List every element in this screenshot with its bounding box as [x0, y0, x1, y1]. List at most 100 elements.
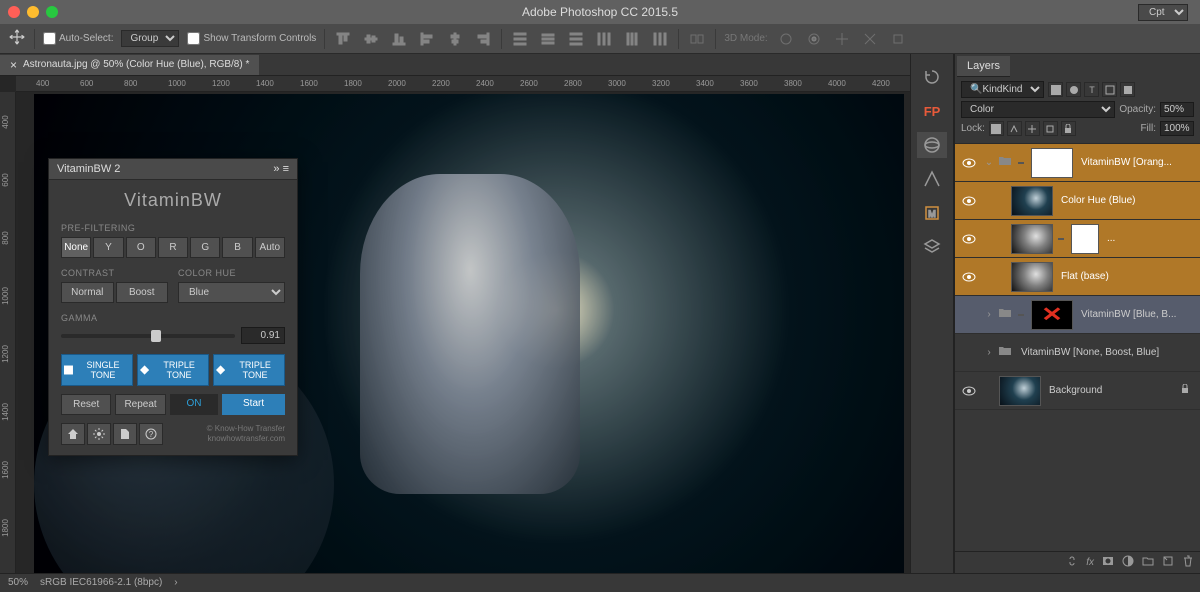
- history-icon[interactable]: [917, 64, 947, 90]
- layer-name[interactable]: VitaminBW [Orang...: [1077, 157, 1196, 168]
- gamma-slider[interactable]: [61, 334, 235, 338]
- align-vcenter-icon[interactable]: [361, 29, 381, 49]
- show-transform-check[interactable]: Show Transform Controls: [187, 32, 316, 45]
- filter-r[interactable]: R: [158, 237, 188, 258]
- fp-icon[interactable]: FP: [917, 98, 947, 124]
- workspace-select[interactable]: Cpt: [1138, 4, 1188, 21]
- layer-name[interactable]: ...: [1103, 233, 1196, 244]
- adjust-filter-icon[interactable]: [1066, 82, 1081, 97]
- type-filter-icon[interactable]: T: [1084, 82, 1099, 97]
- distribute-hcenter-icon[interactable]: [622, 29, 642, 49]
- visibility-icon[interactable]: [959, 270, 979, 284]
- shape-filter-icon[interactable]: [1102, 82, 1117, 97]
- layer-row[interactable]: Background: [955, 372, 1200, 410]
- layers-tab[interactable]: Layers: [957, 56, 1010, 77]
- group-icon[interactable]: [1142, 555, 1154, 570]
- auto-align-icon[interactable]: [687, 29, 707, 49]
- layer-name[interactable]: Color Hue (Blue): [1057, 195, 1196, 206]
- chevron-right-icon[interactable]: ›: [174, 577, 177, 588]
- close-icon[interactable]: ×: [10, 58, 17, 72]
- single-tone-button[interactable]: SINGLE TONE: [61, 354, 133, 386]
- layer-name[interactable]: Flat (base): [1057, 271, 1196, 282]
- ruler-vertical[interactable]: 40060080010001200140016001800: [0, 92, 16, 573]
- layer-row[interactable]: Flat (base): [955, 258, 1200, 296]
- filter-y[interactable]: Y: [93, 237, 123, 258]
- layer-row[interactable]: › VitaminBW [Blue, B...: [955, 296, 1200, 334]
- zoom-level[interactable]: 50%: [8, 577, 28, 588]
- gamma-value[interactable]: [241, 327, 285, 344]
- lock-artboard-icon[interactable]: [1043, 121, 1058, 136]
- contrast-normal[interactable]: Normal: [61, 282, 114, 303]
- link-layers-icon[interactable]: [1066, 555, 1078, 570]
- toggle-button[interactable]: ON: [170, 394, 218, 415]
- blend-mode-select[interactable]: Color: [961, 101, 1115, 118]
- distribute-vcenter-icon[interactable]: [538, 29, 558, 49]
- lock-pixel-icon[interactable]: [1007, 121, 1022, 136]
- close-window[interactable]: [8, 6, 20, 18]
- document-tab[interactable]: × Astronauta.jpg @ 50% (Color Hue (Blue)…: [0, 55, 259, 75]
- layer-row[interactable]: Color Hue (Blue): [955, 182, 1200, 220]
- distribute-top-icon[interactable]: [510, 29, 530, 49]
- lock-pos-icon[interactable]: [1025, 121, 1040, 136]
- lock-all-icon[interactable]: [1061, 121, 1076, 136]
- layer-row[interactable]: ...: [955, 220, 1200, 258]
- layer-name[interactable]: Background: [1045, 385, 1176, 396]
- gear-icon[interactable]: [87, 423, 111, 445]
- triple-tone-button-2[interactable]: TRIPLE TONE: [213, 354, 285, 386]
- distribute-bottom-icon[interactable]: [566, 29, 586, 49]
- fill-value[interactable]: [1160, 121, 1194, 136]
- color-profile[interactable]: sRGB IEC61966-2.1 (8bpc): [40, 577, 162, 588]
- window-controls[interactable]: [8, 6, 58, 18]
- colorhue-select[interactable]: Blue: [178, 282, 285, 303]
- pixel-filter-icon[interactable]: [1048, 82, 1063, 97]
- 3d-roll-icon[interactable]: [804, 29, 824, 49]
- visibility-icon[interactable]: [959, 194, 979, 208]
- metadata-icon[interactable]: M: [917, 200, 947, 226]
- filter-b[interactable]: B: [222, 237, 252, 258]
- kind-filter[interactable]: 🔍KindKind: [961, 81, 1044, 98]
- visibility-icon[interactable]: [959, 384, 979, 398]
- 3d-rotate-icon[interactable]: [776, 29, 796, 49]
- disclosure-icon[interactable]: ›: [983, 347, 995, 358]
- ruler-horizontal[interactable]: 4006008001000120014001600180020002200240…: [16, 76, 910, 92]
- align-right-icon[interactable]: [473, 29, 493, 49]
- filter-none[interactable]: None: [61, 237, 91, 258]
- align-left-icon[interactable]: [417, 29, 437, 49]
- 3d-scale-icon[interactable]: [888, 29, 908, 49]
- layer-name[interactable]: VitaminBW [Blue, B...: [1077, 309, 1196, 320]
- filter-auto[interactable]: Auto: [255, 237, 285, 258]
- home-icon[interactable]: [61, 423, 85, 445]
- layer-row[interactable]: ⌄ VitaminBW [Orang...: [955, 144, 1200, 182]
- filter-o[interactable]: O: [126, 237, 156, 258]
- layer-row[interactable]: › VitaminBW [None, Boost, Blue]: [955, 334, 1200, 372]
- 3d-drag-icon[interactable]: [832, 29, 852, 49]
- align-hcenter-icon[interactable]: [445, 29, 465, 49]
- fx-icon[interactable]: fx: [1086, 557, 1094, 568]
- channels-icon[interactable]: [917, 132, 947, 158]
- 3d-slide-icon[interactable]: [860, 29, 880, 49]
- smart-filter-icon[interactable]: [1120, 82, 1135, 97]
- reset-button[interactable]: Reset: [61, 394, 111, 415]
- triple-tone-button[interactable]: TRIPLE TONE: [137, 354, 209, 386]
- start-button[interactable]: Start: [222, 394, 285, 415]
- minimize-window[interactable]: [27, 6, 39, 18]
- filter-g[interactable]: G: [190, 237, 220, 258]
- disclosure-icon[interactable]: ⌄: [983, 157, 995, 168]
- help-icon[interactable]: ?: [139, 423, 163, 445]
- trash-icon[interactable]: [1182, 555, 1194, 570]
- document-icon[interactable]: [113, 423, 137, 445]
- layer-name[interactable]: VitaminBW [None, Boost, Blue]: [1017, 347, 1196, 358]
- disclosure-icon[interactable]: ›: [983, 309, 995, 320]
- contrast-boost[interactable]: Boost: [116, 282, 169, 303]
- align-bottom-icon[interactable]: [389, 29, 409, 49]
- vitaminbw-panel[interactable]: VitaminBW 2 » ≡ VitaminBW PRE-FILTERING …: [48, 158, 298, 456]
- distribute-right-icon[interactable]: [650, 29, 670, 49]
- repeat-button[interactable]: Repeat: [115, 394, 165, 415]
- layers-icon[interactable]: [917, 234, 947, 260]
- panel-collapse-icon[interactable]: » ≡: [273, 163, 289, 175]
- auto-select-check[interactable]: Auto-Select:: [43, 32, 113, 45]
- visibility-icon[interactable]: [959, 232, 979, 246]
- panel-header[interactable]: VitaminBW 2 » ≡: [49, 159, 297, 180]
- zoom-window[interactable]: [46, 6, 58, 18]
- move-tool-icon[interactable]: [8, 28, 26, 49]
